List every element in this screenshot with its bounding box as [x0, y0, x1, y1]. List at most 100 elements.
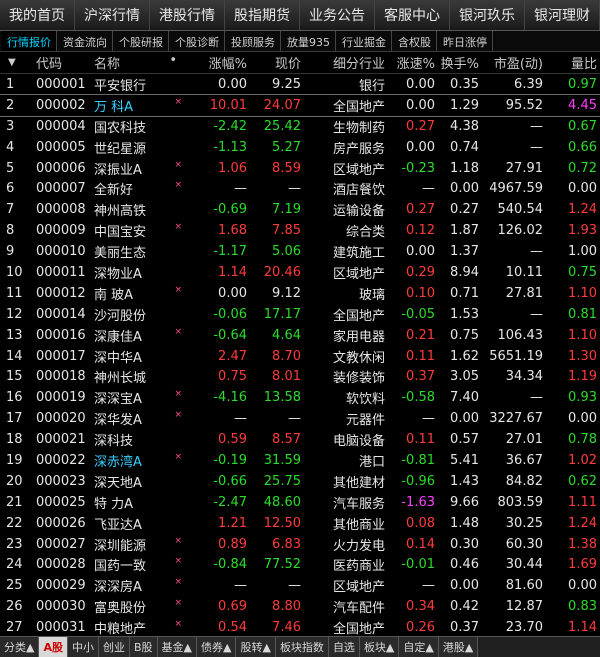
turnover: 1.53	[450, 306, 479, 322]
col-industry[interactable]: 细分行业	[304, 53, 388, 72]
table-row[interactable]: 24 000028 国药一致 × -0.84 77.52 医药商业 -0.01 0.46 30.4…	[0, 554, 600, 575]
table-row[interactable]: 18 000021 深科技 0.59 8.57 电脑设备 0.11 0.57 27.01 0.78	[0, 429, 600, 450]
price: 5.06	[272, 244, 301, 260]
bottom-tab[interactable]: 基金▲	[157, 637, 197, 657]
table-row[interactable]: 16 000019 深深宝A × -4.16 13.58 软饮料 -0.58 7.40 — 0.93	[0, 387, 600, 408]
volume-ratio: 1.24	[568, 515, 597, 531]
table-row[interactable]: 9 000010 美丽生态 -1.17 5.06 建筑施工 0.00 1.37 — 1.00	[0, 241, 600, 262]
bottom-tab[interactable]: 股转▲	[236, 637, 276, 657]
table-row[interactable]: 13 000016 深康佳A × -0.64 4.64 家用电器 0.21 0.75 106.43…	[0, 325, 600, 346]
turnover: 1.18	[450, 160, 479, 176]
bottom-tab[interactable]: 债券▲	[197, 637, 237, 657]
table-row[interactable]: 21 000025 特 力A -2.47 48.60 汽车服务 -1.63 9.66 803.5…	[0, 492, 600, 513]
speed: 0.37	[406, 369, 435, 385]
bottom-tab[interactable]: 板块指数	[275, 637, 329, 657]
stock-name-text: 飞亚达A	[94, 517, 142, 533]
bottom-tab[interactable]: B股	[129, 637, 158, 657]
bottom-tab[interactable]: 创业	[98, 637, 130, 657]
stock-name: 深天地A	[94, 472, 186, 491]
price: 8.70	[272, 348, 301, 364]
turnover: 0.00	[450, 411, 479, 427]
speed: -1.63	[401, 494, 435, 510]
row-rank: 5	[6, 160, 15, 176]
bottom-tab[interactable]: 自选	[328, 637, 360, 657]
table-row[interactable]: 25 000029 深深房A × — — 区域地产 — 0.00 81.60 0.00	[0, 575, 600, 596]
table-row[interactable]: 22 000026 飞亚达A 1.21 12.50 其他商业 0.08 1.48 30.25 1.…	[0, 513, 600, 534]
col-price[interactable]: 现价	[250, 53, 304, 72]
stock-code: 000019	[36, 390, 86, 406]
table-row[interactable]: 27 000031 中粮地产 × 0.54 7.46 全国地产 0.26 0.37 23.70 1.…	[0, 617, 600, 638]
price: 8.01	[272, 369, 301, 385]
nav-item[interactable]: 股指期货	[225, 0, 300, 30]
change-pct: 2.47	[218, 348, 247, 364]
subtab[interactable]: 昨日涨停	[438, 31, 493, 51]
change-pct: 0.59	[218, 432, 247, 448]
stock-code: 000025	[36, 494, 86, 510]
nav-item[interactable]: 银河玖乐	[450, 0, 525, 30]
bottom-tab[interactable]: 分类▲	[0, 637, 40, 657]
table-row[interactable]: 6 000007 全新好 × — — 酒店餐饮 — 0.00 4967.59 0.00	[0, 178, 600, 199]
table-row[interactable]: 23 000027 深圳能源 × 0.89 6.83 火力发电 0.14 0.30 60.30 1.…	[0, 534, 600, 555]
industry: 玻璃	[358, 287, 385, 303]
table-row[interactable]: 19 000022 深赤湾A × -0.19 31.59 港口 -0.81 5.41 36.67 1…	[0, 450, 600, 471]
margin-tag: ×	[174, 180, 182, 191]
table-row[interactable]: 14 000017 深中华A 2.47 8.70 文教休闲 0.11 1.62 5651.19 1…	[0, 346, 600, 367]
col-name[interactable]: 名称 •	[94, 53, 186, 72]
stock-code: 000020	[36, 411, 86, 427]
volume-ratio: 0.78	[568, 432, 597, 448]
stock-code: 000001	[36, 76, 86, 92]
table-row[interactable]: 3 000004 国农科技 -2.42 25.42 生物制药 0.27 4.38 — 0.67	[0, 116, 600, 137]
table-row[interactable]: 8 000009 中国宝安 × 1.68 7.85 综合类 0.12 1.87 126.02 1.9…	[0, 220, 600, 241]
subtab[interactable]: 放量935	[282, 31, 336, 51]
table-row[interactable]: 10 000011 深物业A 1.14 20.46 区域地产 0.29 8.94 10.11 0.…	[0, 262, 600, 283]
table-row[interactable]: 12 000014 沙河股份 -0.06 17.17 全国地产 -0.05 1.53 — 0.81	[0, 304, 600, 325]
bottom-tab[interactable]: 自定▲	[399, 637, 439, 657]
bottom-tab[interactable]: 港股▲	[438, 637, 479, 657]
nav-item[interactable]: 客服中心	[375, 0, 450, 30]
bottom-tab[interactable]: 中小	[67, 637, 99, 657]
volume-ratio: 1.10	[568, 327, 597, 343]
col-pe[interactable]: 市盈(动)	[482, 53, 546, 72]
table-row[interactable]: 11 000012 南 玻A × 0.00 9.12 玻璃 0.10 0.71 27.81 1.10	[0, 283, 600, 304]
subtab[interactable]: 行情报价	[2, 31, 57, 51]
speed: 0.27	[406, 202, 435, 218]
col-change-pct[interactable]: 涨幅%	[186, 53, 250, 72]
nav-item[interactable]: 我的首页	[0, 0, 75, 30]
change-pct: -4.16	[213, 390, 247, 406]
col-turnover[interactable]: 换手%	[438, 53, 482, 72]
nav-item[interactable]: 沪深行情	[75, 0, 150, 30]
stock-name: 深圳能源 ×	[94, 535, 186, 554]
table-row[interactable]: 20 000023 深天地A -0.66 25.75 其他建材 -0.96 1.43 84.82…	[0, 471, 600, 492]
stock-name: 神州长城	[94, 367, 186, 386]
stock-code: 000016	[36, 327, 86, 343]
table-row[interactable]: 4 000005 世纪星源 -1.13 5.27 房产服务 0.00 0.74 — 0.66	[0, 137, 600, 158]
change-pct: 1.06	[218, 160, 247, 176]
turnover: 1.48	[450, 515, 479, 531]
nav-item[interactable]: 港股行情	[150, 0, 225, 30]
table-row[interactable]: 5 000006 深振业A × 1.06 8.59 区域地产 -0.23 1.18 27.91 0.…	[0, 158, 600, 179]
subtab[interactable]: 个股诊断	[170, 31, 225, 51]
table-row[interactable]: 26 000030 富奥股份 × 0.69 8.80 汽车配件 0.34 0.42 12.87 0.…	[0, 596, 600, 617]
table-row[interactable]: 7 000008 神州高铁 -0.69 7.19 运输设备 0.27 0.27 540.54 1.…	[0, 199, 600, 220]
subtab[interactable]: 含权股	[393, 31, 437, 51]
turnover: 0.27	[450, 202, 479, 218]
subtab[interactable]: 个股研报	[114, 31, 169, 51]
subtab[interactable]: 行业掘金	[337, 31, 392, 51]
col-speed[interactable]: 涨速%	[388, 53, 438, 72]
sort-arrow-icon[interactable]: ▼	[0, 57, 36, 68]
bottom-tab[interactable]: A股	[39, 637, 68, 657]
table-row[interactable]: 17 000020 深华发A × — — 元器件 — 0.00 3227.67 0.00	[0, 408, 600, 429]
subtab[interactable]: 投顾服务	[226, 31, 281, 51]
bottom-tab[interactable]: 板块▲	[359, 637, 400, 657]
col-code[interactable]: 代码	[36, 53, 94, 72]
table-row[interactable]: 15 000018 神州长城 0.75 8.01 装修装饰 0.37 3.05 34.34 1.1…	[0, 366, 600, 387]
table-row[interactable]: 2 000002 万 科A × 10.01 24.07 全国地产 0.00 1.29 95.52 4…	[0, 93, 600, 117]
nav-item[interactable]: 银河理财	[525, 0, 600, 30]
speed: -0.58	[401, 390, 435, 406]
change-pct: —	[234, 411, 247, 427]
table-row[interactable]: 1 000001 平安银行 0.00 9.25 银行 0.00 0.35 6.39 0.97	[0, 74, 600, 95]
volume-ratio: 4.45	[568, 97, 597, 113]
subtab[interactable]: 资金流向	[58, 31, 113, 51]
nav-item[interactable]: 业务公告	[300, 0, 375, 30]
col-volume-ratio[interactable]: 量比	[546, 53, 600, 72]
